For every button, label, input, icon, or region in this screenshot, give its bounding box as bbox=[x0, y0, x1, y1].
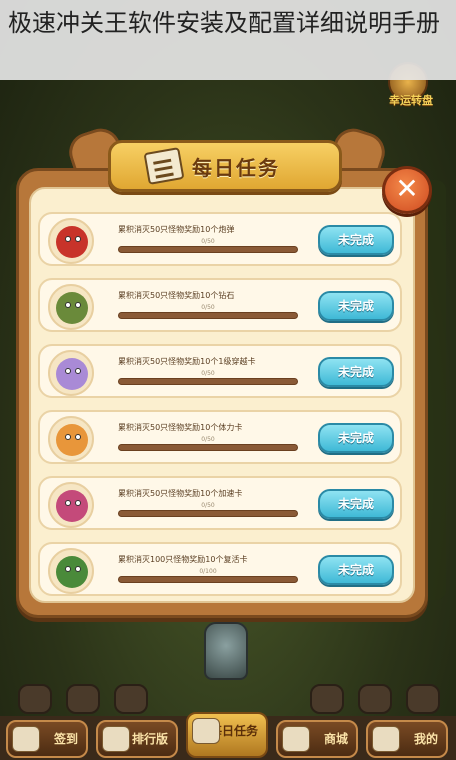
monster-body bbox=[56, 358, 88, 390]
task-description: 累积消灭50只怪物奖励10个加速卡 bbox=[118, 489, 243, 498]
task-row: 累积消灭50只怪物奖励10个加速卡 0/50 未完成 bbox=[38, 476, 402, 530]
skill-icon[interactable] bbox=[18, 684, 52, 714]
crab-icon[interactable] bbox=[66, 684, 100, 714]
nav-mine-icon bbox=[372, 726, 400, 752]
task-progress-text: 0/50 bbox=[201, 436, 215, 443]
monster-eye bbox=[75, 236, 81, 242]
task-description: 累积消灭100只怪物奖励10个复活卡 bbox=[118, 555, 248, 564]
monster-eye bbox=[65, 302, 71, 308]
nav-ranking-button[interactable]: 排行版 bbox=[96, 720, 178, 758]
task-status-button[interactable]: 未完成 bbox=[318, 555, 394, 585]
task-description: 累积消灭50只怪物奖励10个炮弹 bbox=[118, 225, 235, 234]
nav-label: 我的 bbox=[413, 732, 438, 746]
task-row: 累积消灭50只怪物奖励10个钻石 0/50 未完成 bbox=[38, 278, 402, 332]
task-progress-text: 0/50 bbox=[201, 502, 215, 509]
task-progress-text: 0/50 bbox=[201, 304, 215, 311]
task-status-button[interactable]: 未完成 bbox=[318, 357, 394, 387]
close-button[interactable]: ✕ bbox=[382, 166, 432, 214]
chevron-down-icon[interactable] bbox=[406, 684, 440, 714]
task-row: 累积消灭50只怪物奖励10个体力卡 0/50 未完成 bbox=[38, 410, 402, 464]
monster-avatar bbox=[48, 350, 94, 396]
task-progress-bar bbox=[118, 510, 298, 517]
lucky-wheel-label[interactable]: 幸运转盘 bbox=[376, 92, 446, 108]
nav-checkin-icon bbox=[12, 726, 40, 752]
monster-avatar bbox=[48, 416, 94, 462]
task-progress-bar bbox=[118, 576, 298, 583]
task-progress-bar bbox=[118, 378, 298, 385]
task-status-button[interactable]: 未完成 bbox=[318, 291, 394, 321]
nav-mine-button[interactable]: 我的 bbox=[366, 720, 448, 758]
task-status-button[interactable]: 未完成 bbox=[318, 489, 394, 519]
monster-eye bbox=[65, 566, 71, 572]
monster-eye bbox=[75, 500, 81, 506]
nav-label: 商城 bbox=[323, 732, 348, 746]
nav-shop-button[interactable]: 商城 bbox=[276, 720, 358, 758]
shield-icon[interactable] bbox=[358, 684, 392, 714]
gift-icon[interactable] bbox=[310, 684, 344, 714]
nav-ranking-icon bbox=[102, 726, 130, 752]
monster-eye bbox=[75, 302, 81, 308]
monster-avatar bbox=[48, 482, 94, 528]
monster-avatar bbox=[48, 284, 94, 330]
article-title: 极速冲关王软件安装及配置详细说明手册 bbox=[8, 9, 440, 37]
clipboard-icon bbox=[143, 147, 185, 185]
monster-eye bbox=[75, 368, 81, 374]
monster-eye bbox=[75, 566, 81, 572]
monster-avatar bbox=[48, 218, 94, 264]
lantern-icon bbox=[204, 622, 248, 680]
task-progress-bar bbox=[118, 444, 298, 451]
nav-label: 排行版 bbox=[131, 732, 168, 746]
task-status-button[interactable]: 未完成 bbox=[318, 225, 394, 255]
monster-body bbox=[56, 292, 88, 324]
task-progress-text: 0/100 bbox=[199, 568, 217, 575]
monster-eye bbox=[65, 434, 71, 440]
task-progress-text: 0/50 bbox=[201, 370, 215, 377]
task-row: 累积消灭50只怪物奖励10个1级穿越卡 0/50 未完成 bbox=[38, 344, 402, 398]
nav-daily-task-button[interactable]: 每日任务 bbox=[186, 712, 268, 758]
task-progress-text: 0/50 bbox=[201, 238, 215, 245]
monster-avatar bbox=[48, 548, 94, 594]
monster-eye bbox=[65, 236, 71, 242]
nav-checkin-button[interactable]: 签到 bbox=[6, 720, 88, 758]
task-description: 累积消灭50只怪物奖励10个体力卡 bbox=[118, 423, 243, 432]
monster-body bbox=[56, 226, 88, 258]
monster-body bbox=[56, 490, 88, 522]
nav-daily-task-icon bbox=[192, 718, 220, 744]
monster-body bbox=[56, 556, 88, 588]
camera-icon[interactable] bbox=[114, 684, 148, 714]
task-progress-bar bbox=[118, 312, 298, 319]
dialog-title: 每日任务 bbox=[192, 156, 280, 180]
task-row: 累积消灭100只怪物奖励10个复活卡 0/100 未完成 bbox=[38, 542, 402, 596]
nav-label: 签到 bbox=[53, 732, 78, 746]
monster-eye bbox=[65, 500, 71, 506]
task-description: 累积消灭50只怪物奖励10个1级穿越卡 bbox=[118, 357, 256, 366]
article-title-banner: 极速冲关王软件安装及配置详细说明手册 bbox=[0, 0, 456, 80]
task-status-button[interactable]: 未完成 bbox=[318, 423, 394, 453]
task-row: 累积消灭50只怪物奖励10个炮弹 0/50 未完成 bbox=[38, 212, 402, 266]
nav-shop-icon bbox=[282, 726, 310, 752]
monster-eye bbox=[75, 434, 81, 440]
task-progress-bar bbox=[118, 246, 298, 253]
monster-eye bbox=[65, 368, 71, 374]
monster-body bbox=[56, 424, 88, 456]
task-description: 累积消灭50只怪物奖励10个钻石 bbox=[118, 291, 235, 300]
